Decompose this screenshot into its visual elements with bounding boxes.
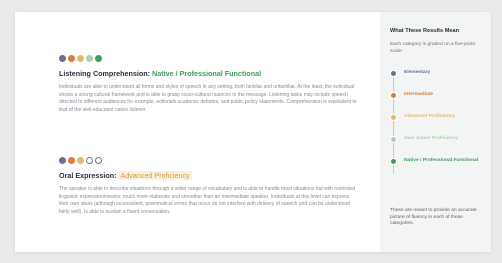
rating-dot [68, 54, 75, 62]
legend-note: These are meant to provide an accurate p… [390, 208, 477, 227]
scale-dot [390, 92, 397, 99]
listening-rating-dots [59, 54, 369, 62]
rating-dot [68, 156, 75, 164]
legend-subtitle: Each category is graded on a five-point … [390, 42, 475, 54]
rating-dot [95, 54, 102, 62]
legend-scale: Elementary Intermediate Advanced Profici… [390, 70, 486, 190]
listening-description: Individuals are able to understand all f… [59, 84, 357, 113]
oral-title: Oral Expression: [59, 171, 117, 180]
scale-item-native: Native / Professional Functional [390, 158, 482, 165]
scale-dot [390, 158, 397, 165]
scale-item-elementary: Elementary [390, 70, 482, 77]
rating-dot [59, 54, 66, 62]
scale-label: Near native Proficiency [404, 136, 459, 141]
oral-description: The speaker is able to describe situatio… [59, 186, 355, 215]
listening-level: Native / Professional Functional [152, 69, 262, 78]
scale-item-advanced: Advanced Proficiency [390, 114, 482, 121]
results-main: Listening Comprehension: Native / Profes… [15, 12, 380, 252]
scale-dot [390, 114, 397, 121]
results-card: Listening Comprehension: Native / Profes… [15, 12, 491, 252]
listening-comprehension-section: Listening Comprehension: Native / Profes… [59, 54, 369, 114]
scale-label: Intermediate [404, 92, 434, 97]
oral-expression-section: Oral Expression: Advanced Proficiency Th… [59, 156, 369, 216]
results-legend-sidebar: What These Results Mean Each category is… [380, 12, 491, 252]
scale-label: Elementary [404, 70, 431, 75]
oral-level: Advanced Proficiency [118, 171, 192, 180]
scale-label: Advanced Proficiency [404, 114, 456, 119]
oral-heading: Oral Expression: Advanced Proficiency [59, 171, 369, 180]
scale-dot [390, 136, 397, 143]
rating-dot [59, 156, 66, 164]
rating-dot [86, 54, 93, 62]
oral-rating-dots [59, 156, 369, 164]
rating-dot-empty [95, 156, 102, 164]
legend-title: What These Results Mean [390, 28, 460, 34]
scale-item-intermediate: Intermediate [390, 92, 482, 99]
scale-item-near-native: Near native Proficiency [390, 136, 482, 143]
scale-label: Native / Professional Functional [404, 158, 479, 163]
rating-dot-empty [86, 156, 93, 164]
rating-dot [77, 54, 84, 62]
scale-dot [390, 70, 397, 77]
rating-dot [77, 156, 84, 164]
listening-heading: Listening Comprehension: Native / Profes… [59, 69, 369, 78]
listening-title: Listening Comprehension: [59, 69, 151, 78]
